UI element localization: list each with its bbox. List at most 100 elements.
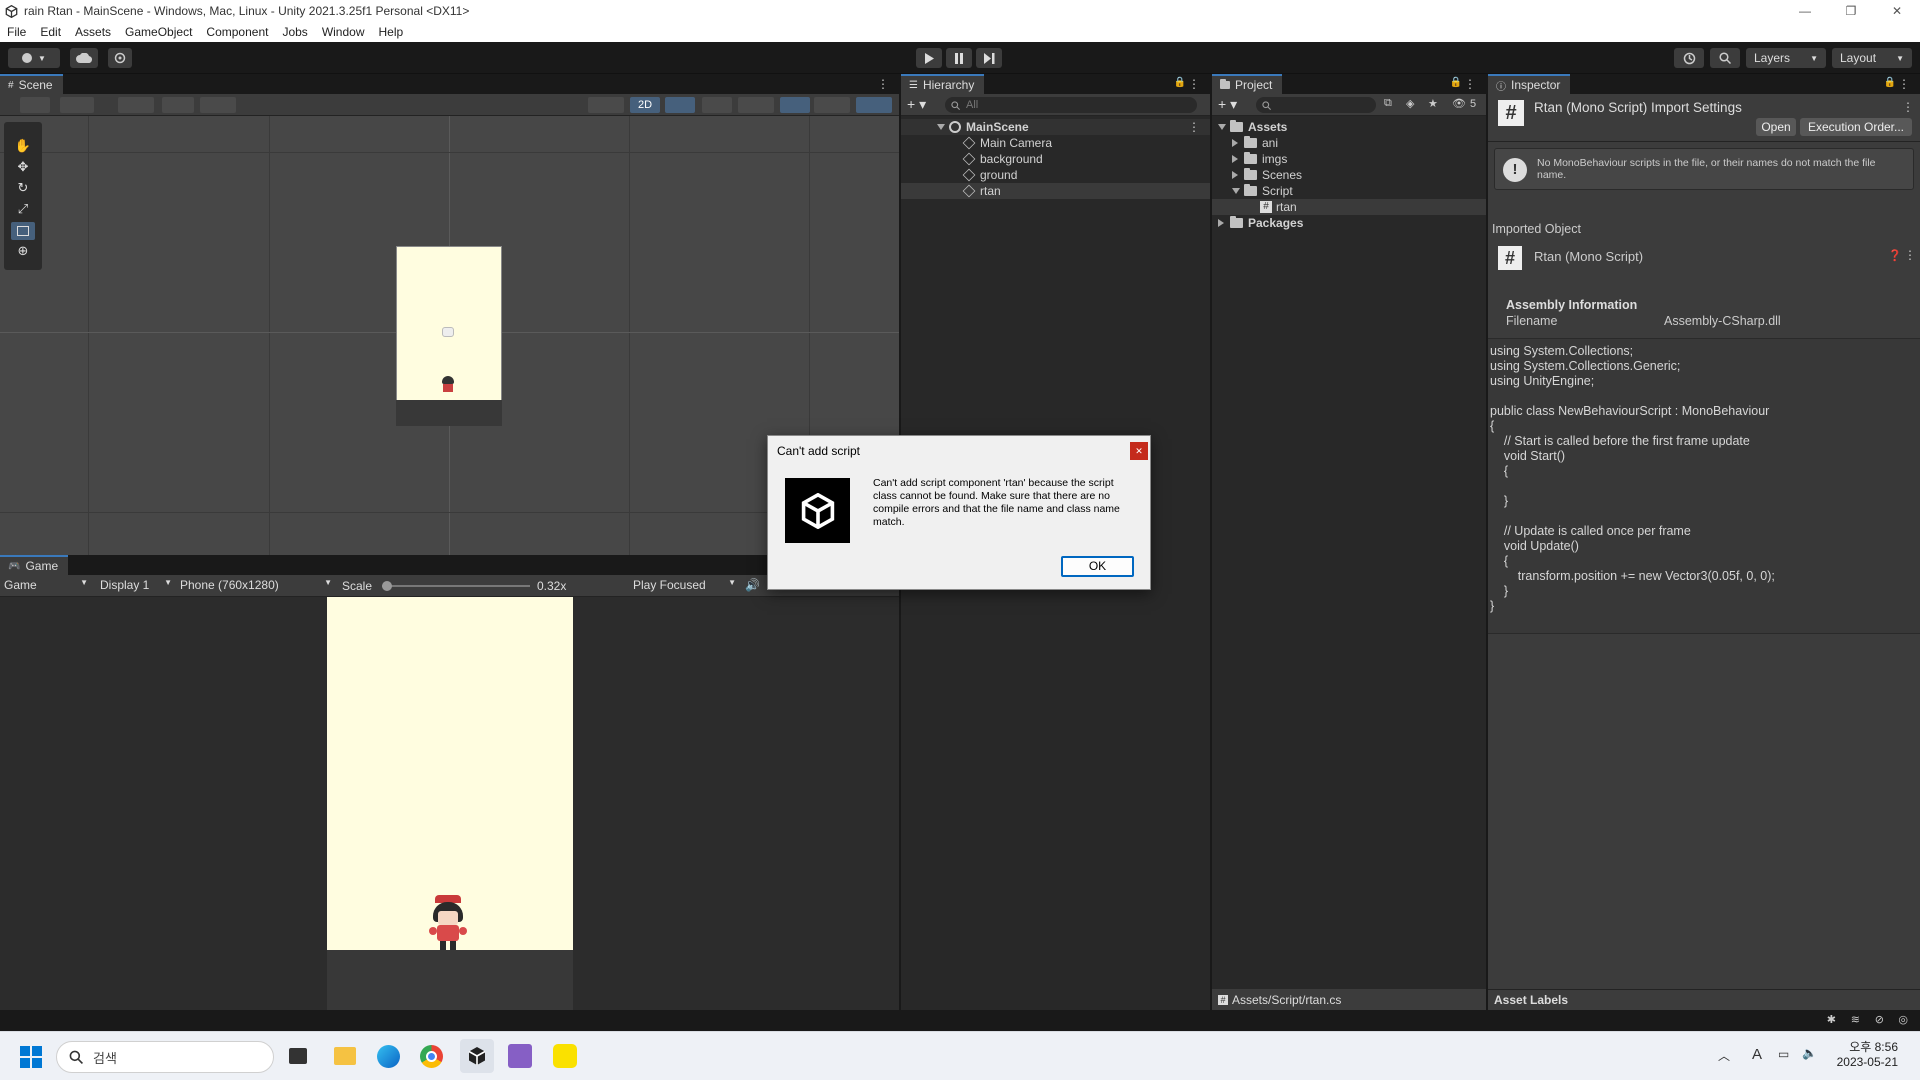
lock-icon[interactable]: 🔒: [1450, 77, 1462, 88]
game-viewport[interactable]: [0, 597, 899, 1010]
filter-type-icon[interactable]: ⧉: [1384, 97, 1392, 110]
folder-row[interactable]: Packages: [1212, 215, 1486, 231]
tab-project[interactable]: Project: [1212, 74, 1283, 94]
menu-jobs[interactable]: Jobs: [275, 22, 314, 42]
mute-audio-icon[interactable]: 🔊: [745, 578, 760, 592]
expand-icon[interactable]: [1232, 188, 1240, 194]
tab-game[interactable]: 🎮 Game: [0, 555, 69, 575]
collapse-icon[interactable]: [1232, 139, 1238, 147]
bug-icon[interactable]: ✱: [1827, 1013, 1836, 1026]
script-file-row[interactable]: # rtan: [1212, 199, 1486, 215]
asset-labels-bar[interactable]: Asset Labels: [1488, 989, 1920, 1010]
more-options-icon[interactable]: ⋮: [1188, 77, 1200, 91]
play-mode-dropdown[interactable]: Play Focused ▼: [633, 578, 736, 594]
gizmos-dropdown[interactable]: [856, 97, 892, 113]
help-icon[interactable]: ❓: [1888, 249, 1902, 262]
folder-row[interactable]: Assets: [1212, 119, 1486, 135]
scene-visibility-toggle[interactable]: [780, 97, 810, 113]
hierarchy-item[interactable]: ground: [901, 167, 1210, 183]
ok-button[interactable]: OK: [1061, 556, 1134, 577]
collab-button[interactable]: [108, 48, 132, 68]
lock-icon[interactable]: 🔒: [1884, 77, 1896, 88]
scale-tool-icon[interactable]: ⤢: [11, 201, 35, 219]
clock[interactable]: 오후 8:56 2023-05-21: [1828, 1040, 1898, 1070]
step-button[interactable]: [976, 48, 1002, 68]
tab-hierarchy[interactable]: ☰ Hierarchy: [901, 74, 985, 94]
menu-gameobject[interactable]: GameObject: [118, 22, 199, 42]
folder-row[interactable]: ani: [1212, 135, 1486, 151]
rotate-tool-icon[interactable]: ↻: [11, 180, 35, 198]
tab-scene[interactable]: # Scene: [0, 74, 63, 94]
component-menu-icon[interactable]: ⋮: [1904, 248, 1916, 262]
filter-label-icon[interactable]: ◈: [1406, 97, 1414, 110]
minimize-button[interactable]: —: [1782, 0, 1828, 22]
scene-viewport[interactable]: [0, 116, 899, 555]
volume-icon[interactable]: 🔈: [1802, 1046, 1817, 1060]
hierarchy-search-input[interactable]: All: [945, 97, 1197, 113]
start-button[interactable]: [20, 1046, 42, 1068]
close-window-button[interactable]: ✕: [1874, 0, 1920, 22]
progress-icon[interactable]: ◎: [1898, 1013, 1908, 1026]
layout-dropdown[interactable]: Layout ▼: [1832, 48, 1912, 68]
camera-settings-dropdown[interactable]: [814, 97, 850, 113]
favorite-icon[interactable]: ★: [1428, 97, 1438, 110]
more-options-icon[interactable]: ⋮: [1464, 77, 1476, 91]
more-options-icon[interactable]: ⋮: [1898, 77, 1910, 91]
folder-row[interactable]: Script: [1212, 183, 1486, 199]
task-view-icon[interactable]: [289, 1048, 307, 1064]
display-dropdown[interactable]: Display 1 ▼: [100, 578, 172, 594]
menu-help[interactable]: Help: [372, 22, 411, 42]
account-button[interactable]: ▼: [8, 48, 60, 68]
menu-assets[interactable]: Assets: [68, 22, 118, 42]
play-button[interactable]: [916, 48, 942, 68]
network-icon[interactable]: ⊘: [1875, 1013, 1884, 1026]
project-search-input[interactable]: [1256, 97, 1376, 113]
inspector-menu-icon[interactable]: ⋮: [1902, 100, 1914, 114]
maximize-button[interactable]: ❐: [1828, 0, 1874, 22]
hierarchy-item[interactable]: background: [901, 151, 1210, 167]
hidden-packages-icon[interactable]: 👁: [1452, 97, 1466, 110]
execution-order-button[interactable]: Execution Order...: [1800, 118, 1912, 136]
edge-icon[interactable]: [377, 1045, 400, 1068]
menu-window[interactable]: Window: [315, 22, 372, 42]
create-button[interactable]: + ▾: [907, 96, 926, 113]
menu-component[interactable]: Component: [199, 22, 275, 42]
move-tool-icon[interactable]: ✥: [11, 159, 35, 177]
resolution-dropdown[interactable]: Phone (760x1280) ▼: [180, 578, 332, 594]
tab-inspector[interactable]: ⓘ Inspector: [1488, 74, 1571, 94]
game-view-dropdown[interactable]: Game ▼: [4, 578, 88, 594]
expand-icon[interactable]: [937, 124, 945, 130]
hierarchy-item[interactable]: rtan: [901, 183, 1210, 199]
folder-row[interactable]: imgs: [1212, 151, 1486, 167]
taskbar-search-input[interactable]: 검색: [56, 1041, 274, 1073]
menu-file[interactable]: File: [0, 22, 33, 42]
cloud-button[interactable]: [70, 48, 98, 68]
network-icon[interactable]: ▭: [1778, 1047, 1789, 1061]
draw-mode-dropdown[interactable]: [20, 97, 50, 113]
file-explorer-icon[interactable]: [334, 1047, 356, 1065]
rect-tool-icon[interactable]: [11, 222, 35, 240]
effects-dropdown[interactable]: [738, 97, 774, 113]
scale-slider[interactable]: [382, 581, 530, 591]
shading-mode-dropdown[interactable]: [588, 97, 624, 113]
2d-toggle[interactable]: 2D: [630, 97, 660, 113]
search-button[interactable]: [1710, 48, 1740, 68]
lock-icon[interactable]: 🔒: [1174, 77, 1186, 88]
kakaotalk-icon[interactable]: [553, 1044, 577, 1068]
visual-studio-icon[interactable]: [508, 1044, 532, 1068]
dialog-close-button[interactable]: ✕: [1130, 442, 1148, 460]
lighting-toggle[interactable]: [665, 97, 695, 113]
layers-dropdown[interactable]: Layers ▼: [1746, 48, 1826, 68]
increment-snap-button[interactable]: [162, 97, 194, 113]
menu-edit[interactable]: Edit: [33, 22, 68, 42]
chrome-icon[interactable]: [420, 1045, 443, 1068]
more-options-icon[interactable]: ⋮: [877, 77, 889, 91]
create-asset-button[interactable]: + ▾: [1218, 96, 1237, 113]
collapse-icon[interactable]: [1232, 155, 1238, 163]
grid-snap-button[interactable]: [118, 97, 154, 113]
transform-tool-icon[interactable]: ⊕: [11, 243, 35, 261]
ime-indicator[interactable]: A: [1752, 1046, 1762, 1063]
scene-row[interactable]: MainScene ⋮: [901, 119, 1210, 135]
open-button[interactable]: Open: [1756, 118, 1796, 136]
folder-row[interactable]: Scenes: [1212, 167, 1486, 183]
